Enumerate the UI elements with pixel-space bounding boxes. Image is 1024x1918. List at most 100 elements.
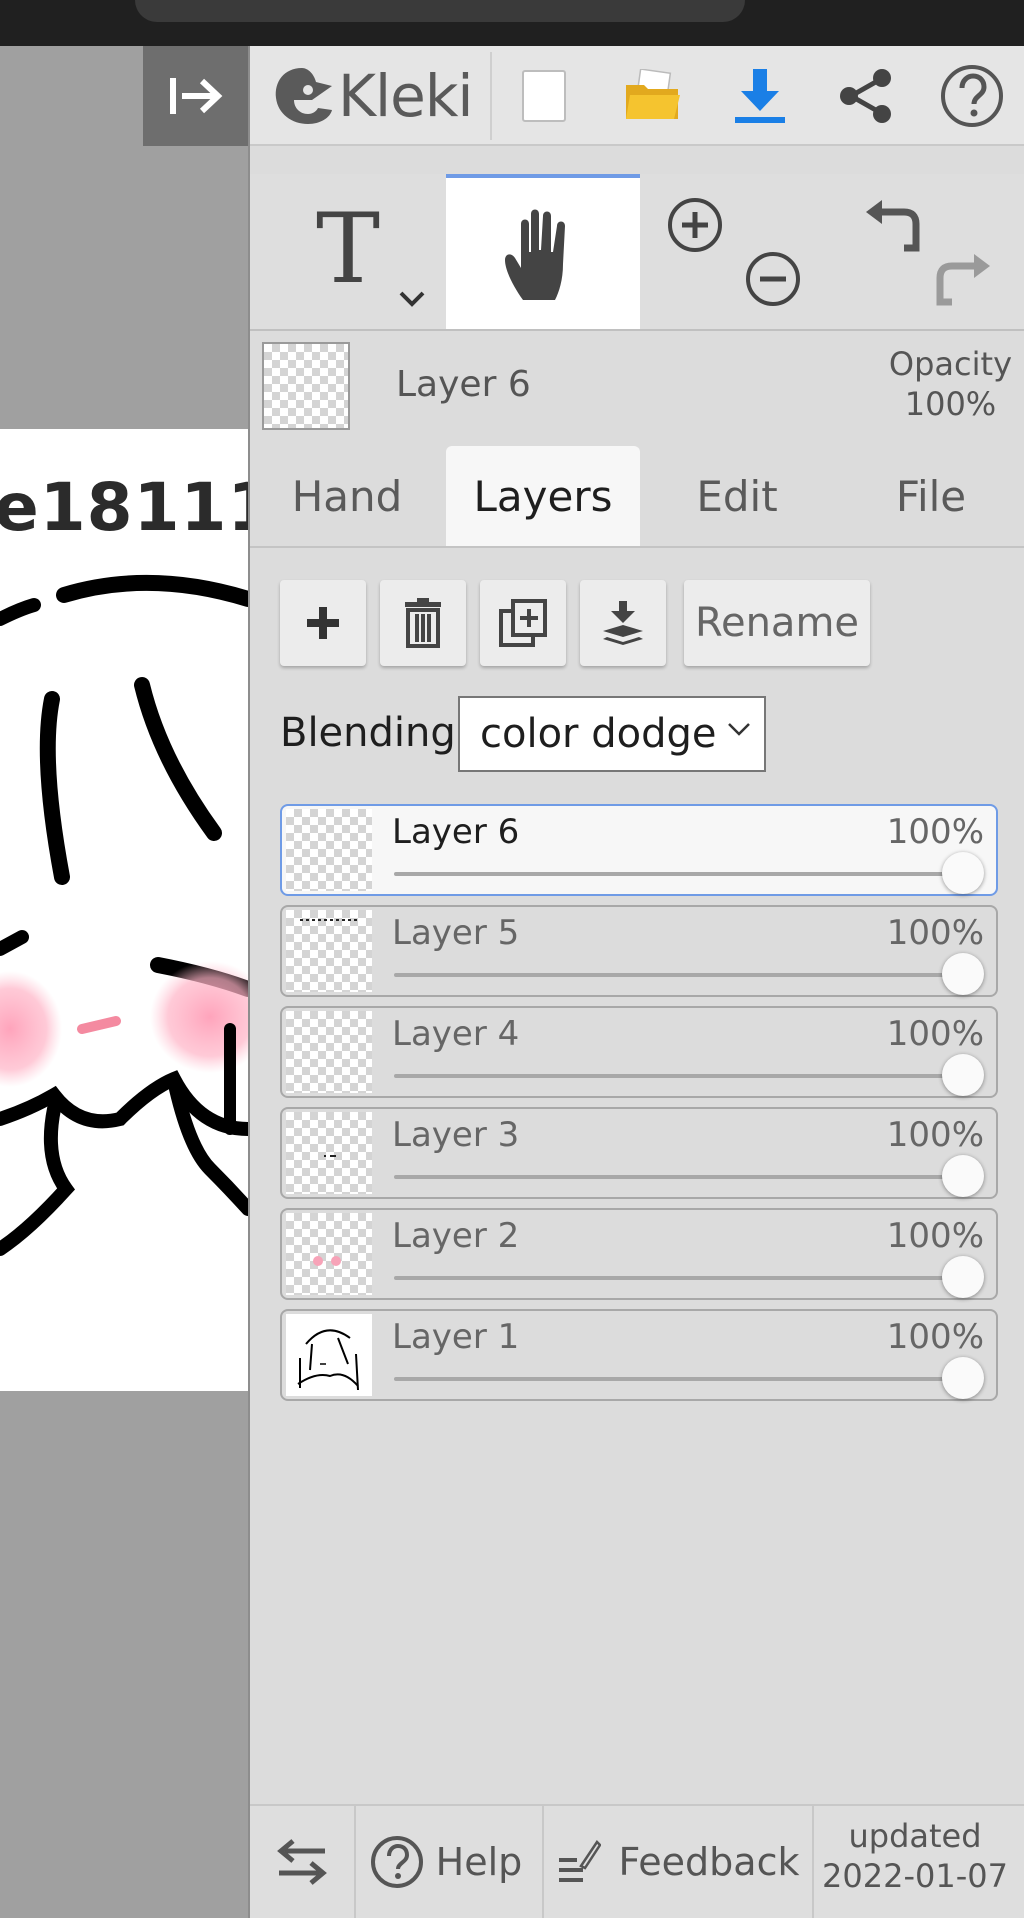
- chevron-down-icon: [728, 723, 750, 736]
- opacity-slider-track[interactable]: [394, 1377, 964, 1381]
- updated-label: updated: [848, 1817, 982, 1855]
- feedback-pen-icon: [558, 1840, 601, 1882]
- layer-thumbnail: [286, 1112, 372, 1194]
- opacity-slider-handle[interactable]: [942, 1054, 984, 1096]
- layer-opacity: 100%: [886, 1014, 984, 1054]
- share-icon: [840, 69, 891, 123]
- new-image-icon: [522, 70, 566, 122]
- feedback-label: Feedback: [618, 1840, 800, 1884]
- layer-item-2[interactable]: Layer 2 100%: [280, 1208, 998, 1300]
- tab-layers[interactable]: Layers: [446, 446, 640, 546]
- footer-divider: [812, 1806, 814, 1918]
- redo-icon[interactable]: [934, 252, 992, 308]
- layer-thumbnail: [286, 910, 372, 992]
- current-layer-opacity: Opacity 100%: [889, 344, 1012, 424]
- layer-opacity: 100%: [886, 1115, 984, 1155]
- tool-row: T: [250, 174, 1024, 331]
- app-header: Kleki: [250, 46, 1024, 146]
- rename-layer-button[interactable]: Rename: [684, 580, 870, 666]
- current-layer-info: Layer 6 Opacity 100%: [250, 334, 1024, 434]
- panel-tabs: Hand Layers Edit File: [250, 446, 1024, 548]
- opacity-slider-handle[interactable]: [942, 953, 984, 995]
- zoom-out-icon[interactable]: [744, 250, 802, 308]
- merge-down-icon: [603, 601, 643, 645]
- undo-icon[interactable]: [864, 198, 922, 254]
- swap-arrows-icon: [277, 1839, 327, 1885]
- canvas-drawing: [0, 575, 248, 1256]
- chevron-down-icon[interactable]: [398, 290, 426, 308]
- layer-thumbnail: [286, 1011, 372, 1093]
- current-layer-thumbnail: [262, 342, 350, 430]
- opacity-slider-track[interactable]: [394, 973, 964, 977]
- download-button[interactable]: [724, 60, 796, 132]
- duplicate-layer-button[interactable]: [480, 580, 566, 666]
- share-button[interactable]: [830, 60, 902, 132]
- opacity-slider-track[interactable]: [394, 1276, 964, 1280]
- tab-file[interactable]: File: [834, 446, 1024, 546]
- collapse-arrow-icon: [169, 78, 222, 114]
- open-folder-icon: [626, 69, 680, 119]
- help-button[interactable]: [936, 60, 1008, 132]
- updated-date: 2022-01-07: [822, 1857, 1008, 1895]
- canvas-area[interactable]: e181110: [0, 46, 248, 1918]
- opacity-slider-track[interactable]: [394, 1175, 964, 1179]
- open-file-button[interactable]: [616, 60, 688, 132]
- layer-name: Layer 3: [392, 1115, 520, 1155]
- header-divider: [490, 52, 492, 140]
- swap-side-button[interactable]: [250, 1806, 354, 1918]
- layer-item-5[interactable]: Layer 5 100%: [280, 905, 998, 997]
- blending-select[interactable]: color dodge: [458, 696, 766, 772]
- camera-notch: [135, 0, 745, 22]
- drawing-canvas[interactable]: e181110: [0, 429, 248, 1391]
- layer-opacity: 100%: [886, 1317, 984, 1357]
- duplicate-icon: [499, 599, 547, 647]
- history-controls: [834, 174, 1024, 329]
- help-link[interactable]: Help: [356, 1806, 536, 1918]
- layer-name: Layer 1: [392, 1317, 520, 1357]
- layer-opacity: 100%: [886, 1216, 984, 1256]
- layer-name: Layer 2: [392, 1216, 520, 1256]
- layer-thumbnail: [286, 1314, 372, 1396]
- zoom-in-icon[interactable]: [666, 196, 724, 254]
- layer-item-3[interactable]: Layer 3 100%: [280, 1107, 998, 1199]
- new-image-button[interactable]: [508, 60, 580, 132]
- merge-layer-button[interactable]: [580, 580, 666, 666]
- layer-thumbnail: [286, 1213, 372, 1295]
- layer-name: Layer 4: [392, 1014, 520, 1054]
- layer-item-6[interactable]: Layer 6 100%: [280, 804, 998, 896]
- layer-item-1[interactable]: Layer 1 100%: [280, 1309, 998, 1401]
- tab-hand[interactable]: Hand: [250, 446, 444, 546]
- text-tool-icon: T: [315, 192, 381, 305]
- kleki-logo-icon: [275, 68, 332, 124]
- layer-opacity: 100%: [886, 812, 984, 852]
- delete-layer-button[interactable]: [380, 580, 466, 666]
- layer-opacity: 100%: [886, 913, 984, 953]
- opacity-slider-handle[interactable]: [942, 1256, 984, 1298]
- opacity-slider-track[interactable]: [394, 1074, 964, 1078]
- blending-value: color dodge: [480, 711, 717, 757]
- opacity-slider-handle[interactable]: [942, 1357, 984, 1399]
- plus-icon: [307, 607, 339, 639]
- blending-label: Blending: [280, 710, 456, 756]
- opacity-slider-track[interactable]: [394, 872, 964, 876]
- layer-item-4[interactable]: Layer 4 100%: [280, 1006, 998, 1098]
- hand-tool-button[interactable]: [446, 174, 640, 329]
- zoom-controls: [640, 174, 834, 329]
- opacity-slider-handle[interactable]: [942, 1155, 984, 1197]
- app-name: Kleki: [338, 62, 474, 130]
- collapse-panel-button[interactable]: [143, 46, 248, 146]
- hand-tool-icon: [505, 209, 565, 300]
- opacity-slider-handle[interactable]: [942, 852, 984, 894]
- add-layer-button[interactable]: [280, 580, 366, 666]
- text-tool-button[interactable]: T: [250, 174, 446, 329]
- layer-thumbnail: [286, 809, 372, 891]
- system-top-bar: [0, 0, 1024, 46]
- help-icon: [370, 1836, 423, 1888]
- layer-name: Layer 5: [392, 913, 520, 953]
- tab-edit[interactable]: Edit: [640, 446, 834, 546]
- help-label: Help: [435, 1840, 523, 1884]
- opacity-value: 100%: [904, 385, 997, 423]
- kleki-logo[interactable]: Kleki: [272, 62, 474, 130]
- feedback-link[interactable]: Feedback: [544, 1806, 812, 1918]
- side-panel: Kleki T Layer 6 Opacity 100% Hand Layers…: [248, 46, 1024, 1918]
